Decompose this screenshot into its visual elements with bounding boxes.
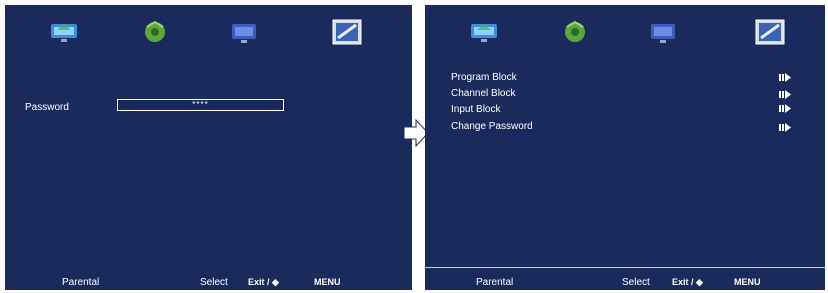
parental-lock-icon[interactable] [330,18,364,46]
tv-setup-icon[interactable] [227,18,261,46]
footer-exit-hint: Exit / ◆ [672,277,703,287]
password-label: Password [25,102,69,113]
footer-menu-hint: MENU [314,277,341,287]
footer-title: Parental [62,277,100,288]
audio-disc-icon[interactable] [558,18,592,46]
play-arrow-icon [779,104,791,113]
menu-item-input-block[interactable]: Input Block [451,104,500,115]
footer-title: Parental [476,277,514,288]
password-field[interactable]: **** [117,99,284,111]
menu-item-channel-block[interactable]: Channel Block [451,88,515,99]
parental-password-screen: Password **** Parental Select Exit / ◆ M… [5,5,412,290]
footer-select-hint: Select [622,277,650,288]
tv-picture-icon[interactable] [467,18,501,46]
play-arrow-icon [779,123,791,132]
parental-lock-icon[interactable] [753,18,787,46]
footer-menu-hint: MENU [734,277,761,287]
tv-setup-icon[interactable] [646,18,680,46]
menu-item-change-password[interactable]: Change Password [451,121,533,132]
play-arrow-icon [779,73,791,82]
play-arrow-icon [779,90,791,99]
menu-item-program-block[interactable]: Program Block [451,72,517,83]
footer-exit-hint: Exit / ◆ [248,277,279,287]
parental-menu-screen: Program Block Channel Block Input Block … [425,5,825,290]
audio-disc-icon[interactable] [138,18,172,46]
tv-picture-icon[interactable] [47,18,81,46]
footer-select-hint: Select [200,277,228,288]
footer-divider [425,267,825,268]
